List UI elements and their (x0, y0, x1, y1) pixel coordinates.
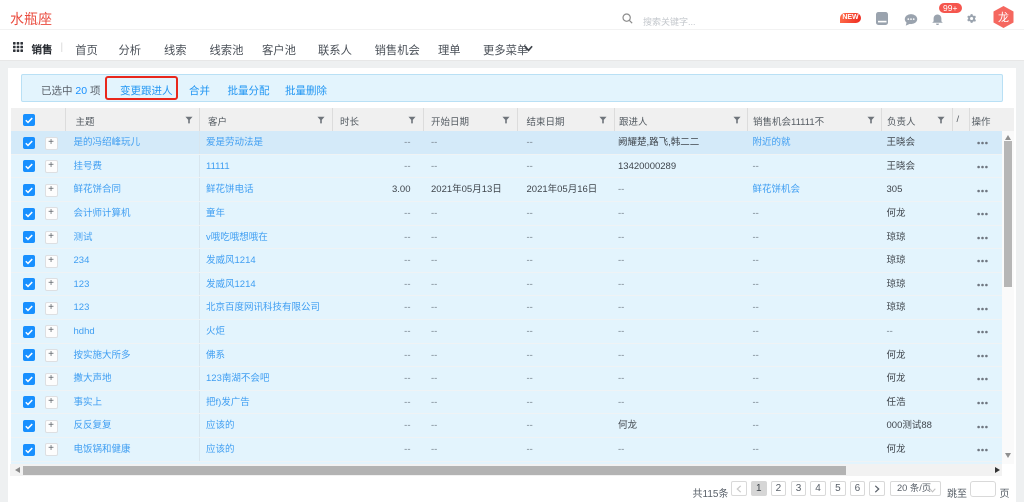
svg-text:龙: 龙 (998, 11, 1009, 24)
